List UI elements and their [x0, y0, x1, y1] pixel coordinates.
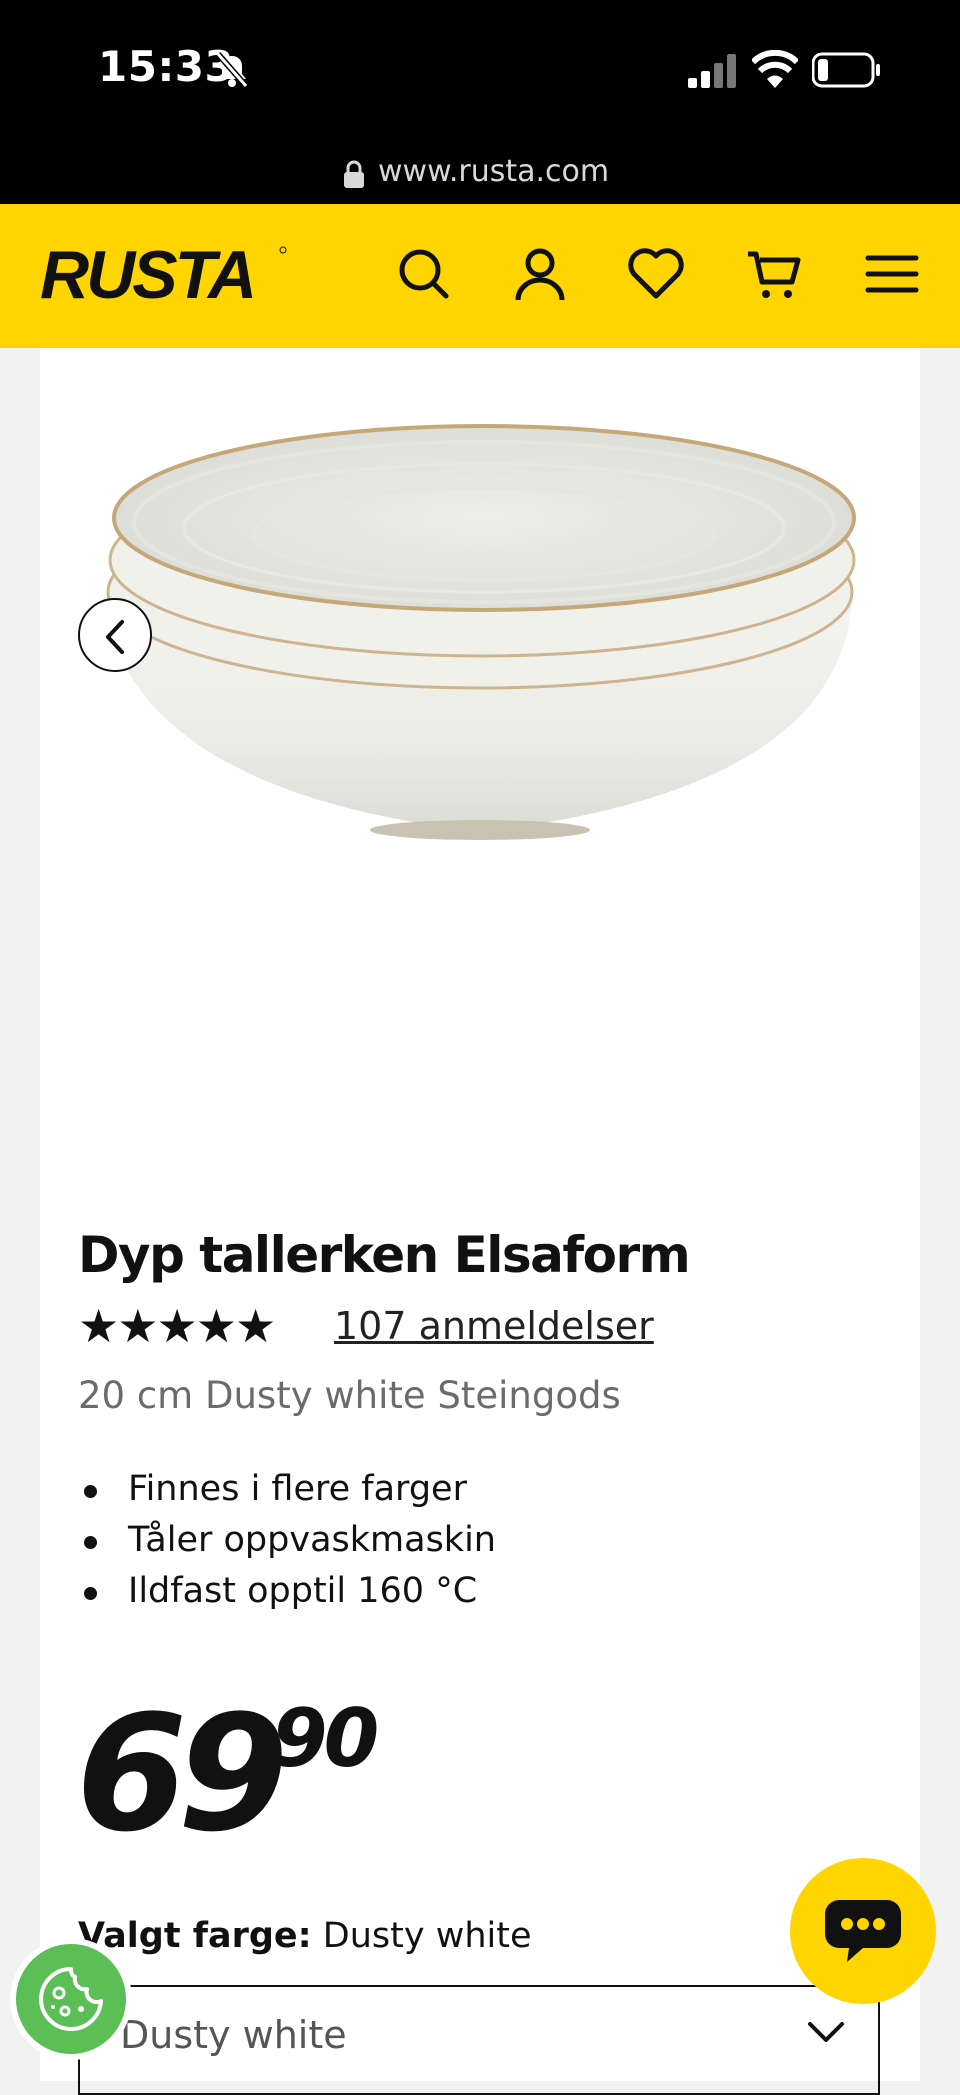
selected-color-label: Valgt farge:	[78, 1916, 312, 1956]
cookie-badge	[16, 1944, 126, 2054]
product-subtitle: 20 cm Dusty white Steingods	[78, 1374, 621, 1417]
feature-item: Ildfast opptil 160 °C	[78, 1566, 496, 1617]
feature-list: Finnes i flere farger Tåler oppvaskmaski…	[78, 1464, 496, 1617]
product-price: 69 90	[76, 1684, 396, 1864]
price-decimal: 90	[272, 1692, 379, 1785]
chevron-down-icon	[808, 2022, 844, 2042]
svg-text:RUSTA: RUSTA	[40, 237, 254, 313]
image-prev-button[interactable]	[78, 598, 152, 672]
chevron-left-icon	[106, 620, 124, 654]
reviews-link[interactable]: 107 anmeldelser	[334, 1304, 654, 1348]
price-integer: 69	[76, 1680, 289, 1867]
cart-icon[interactable]	[744, 244, 804, 304]
rusta-logo[interactable]: RUSTA	[38, 232, 288, 316]
product-title: Dyp tallerken Elsaform	[78, 1226, 691, 1284]
browser-url[interactable]: www.rusta.com	[378, 154, 609, 189]
cookie-settings-button[interactable]	[10, 1938, 132, 2060]
product-image-bowls[interactable]	[100, 410, 880, 850]
wifi-icon	[752, 50, 798, 88]
color-select[interactable]: Dusty white	[78, 1985, 880, 2095]
battery-icon	[812, 52, 880, 88]
selected-color-value: Dusty white	[322, 1916, 532, 1956]
color-select-value: Dusty white	[120, 2013, 347, 2057]
chat-bubble-icon	[825, 1900, 901, 1962]
search-icon[interactable]	[394, 244, 454, 304]
selected-color: Valgt farge: Dusty white	[78, 1916, 532, 1956]
feature-item: Finnes i flere farger	[78, 1464, 496, 1515]
feature-item: Tåler oppvaskmaskin	[78, 1515, 496, 1566]
rating-stars: ★★★★★	[78, 1299, 276, 1353]
cookie-icon	[39, 1967, 103, 2031]
bell-muted-icon	[215, 52, 249, 88]
cellular-signal-icon	[688, 54, 736, 88]
lock-icon	[344, 160, 364, 188]
chat-button[interactable]	[790, 1858, 936, 2004]
menu-icon[interactable]	[862, 244, 922, 304]
heart-icon[interactable]	[626, 244, 686, 304]
account-icon[interactable]	[510, 244, 570, 304]
